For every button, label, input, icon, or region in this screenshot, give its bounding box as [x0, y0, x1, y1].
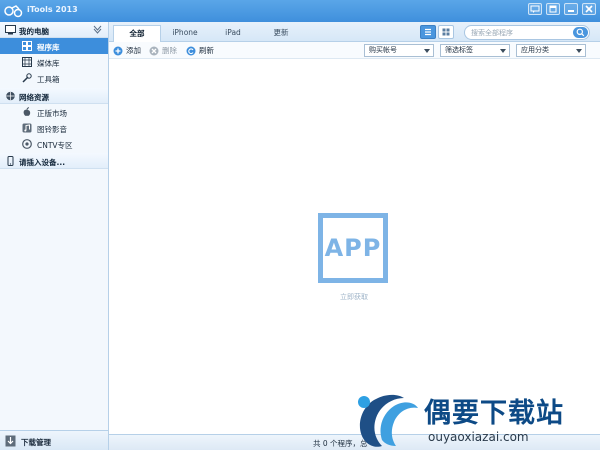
tab-all[interactable]: 全部	[113, 25, 161, 42]
itools-logo-icon	[4, 5, 23, 18]
sidebar-section-label: 我的电脑	[19, 27, 49, 36]
dropdown-label: 筛选标签	[445, 46, 473, 54]
tools-icon	[22, 73, 32, 83]
tab-iphone[interactable]: iPhone	[161, 25, 209, 42]
sidebar-item-label: 图铃影音	[37, 125, 67, 134]
app-title: iTools 2013	[27, 5, 78, 14]
window-controls	[528, 3, 596, 15]
monitor-icon	[5, 25, 16, 35]
tab-ipad[interactable]: iPad	[209, 25, 257, 42]
close-icon[interactable]	[582, 3, 596, 15]
tv-icon	[22, 139, 32, 149]
add-icon	[113, 46, 123, 55]
apple-icon	[23, 107, 31, 116]
search-button[interactable]	[573, 27, 588, 38]
get-apps-link[interactable]: 立即获取	[330, 292, 378, 302]
search-icon	[576, 28, 585, 37]
sidebar-item-media-library[interactable]: 媒体库	[0, 54, 108, 70]
sidebar-section-label: 请插入设备...	[19, 158, 66, 167]
sidebar-item-media-audio[interactable]: 图铃影音	[0, 120, 108, 136]
app-category-dropdown[interactable]: 应用分类	[516, 44, 586, 57]
sidebar-item-label: CNTV专区	[37, 141, 73, 150]
placeholder-text: APP	[324, 234, 382, 262]
watermark-url: ouyaoxiazai.com	[428, 430, 529, 444]
refresh-icon	[186, 46, 196, 55]
sidebar-section-label: 网络资源	[19, 93, 49, 102]
search-box	[464, 25, 590, 40]
sidebar-item-program-library[interactable]: 程序库	[0, 38, 108, 54]
sidebar-item-label: 工具箱	[37, 75, 60, 84]
minimize-icon[interactable]	[564, 3, 578, 15]
sidebar-item-label: 程序库	[37, 43, 60, 52]
delete-icon	[149, 46, 159, 55]
chevron-down-icon	[576, 49, 582, 53]
sidebar: 我的电脑 程序库 媒体库 工具箱 网络资源 正版市场 图铃影音 CNTV专区 请…	[0, 22, 109, 450]
grid-icon	[22, 41, 32, 51]
dropdown-label: 购买帐号	[369, 46, 397, 54]
chevron-down-icon	[424, 49, 430, 53]
refresh-button[interactable]: 刷新	[186, 45, 214, 56]
dropdown-label: 应用分类	[521, 46, 549, 54]
sidebar-item-cntv[interactable]: CNTV专区	[0, 136, 108, 152]
grid-view-icon	[442, 28, 450, 36]
list-view-icon	[425, 28, 431, 36]
restore-icon[interactable]	[546, 3, 560, 15]
music-icon	[22, 123, 32, 133]
add-button[interactable]: 添加	[113, 45, 141, 56]
watermark-title: 偶要下载站	[424, 398, 564, 429]
sidebar-section-my-computer[interactable]: 我的电脑	[0, 22, 108, 38]
purchase-account-dropdown[interactable]: 购买帐号	[364, 44, 434, 57]
delete-button[interactable]: 删除	[149, 45, 177, 56]
watermark: 偶要下载站 ouyaoxiazai.com	[352, 388, 600, 450]
tab-update[interactable]: 更新	[257, 25, 305, 42]
grid-view-button[interactable]	[438, 25, 454, 39]
media-icon	[22, 57, 32, 67]
filter-tag-dropdown[interactable]: 筛选标签	[440, 44, 510, 57]
download-manager-label: 下载管理	[21, 438, 51, 447]
main-content: APP 立即获取	[109, 59, 600, 434]
refresh-label: 刷新	[199, 46, 214, 55]
tab-bar: 全部 iPhone iPad 更新	[109, 22, 600, 42]
delete-label: 删除	[162, 46, 177, 55]
title-bar: iTools 2013	[0, 0, 600, 22]
sidebar-item-label: 媒体库	[37, 59, 60, 68]
sidebar-item-toolbox[interactable]: 工具箱	[0, 70, 108, 86]
watermark-logo-icon	[358, 394, 418, 447]
feedback-icon[interactable]	[528, 3, 542, 15]
sidebar-item-app-market[interactable]: 正版市场	[0, 104, 108, 120]
sidebar-item-label: 正版市场	[37, 109, 67, 118]
app-placeholder-icon: APP	[318, 213, 388, 283]
toolbar: 添加 删除 刷新 购买帐号 筛选标签 应用分类	[109, 42, 600, 59]
sidebar-section-network[interactable]: 网络资源	[0, 88, 108, 104]
collapse-icon[interactable]	[93, 25, 102, 34]
phone-icon	[7, 156, 14, 166]
sidebar-section-device[interactable]: 请插入设备...	[0, 153, 108, 169]
download-icon	[5, 435, 16, 447]
list-view-button[interactable]	[420, 25, 436, 39]
chevron-down-icon	[500, 49, 506, 53]
download-manager-button[interactable]: 下载管理	[0, 430, 108, 450]
add-label: 添加	[126, 46, 141, 55]
search-input[interactable]	[471, 28, 567, 38]
globe-icon	[6, 91, 15, 101]
